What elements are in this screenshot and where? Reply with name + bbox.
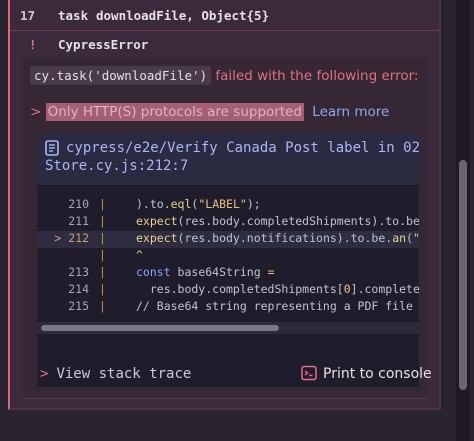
- code-frame: cypress/e2e/Verify Canada Post label in …: [37, 133, 421, 387]
- command-message: downloadFile, Object{5}: [96, 8, 270, 23]
- error-failed-text: failed with the following error:: [215, 68, 419, 84]
- code-horizontal-scrollbar[interactable]: [37, 322, 419, 334]
- page-scrollbar-thumb[interactable]: [459, 160, 467, 390]
- print-to-console-button[interactable]: Print to console: [301, 365, 432, 382]
- code-line: 215 | // Base64 string representing a PD…: [37, 299, 419, 316]
- line-text: expect(res.body.completedShipments).to.b…: [136, 214, 419, 228]
- error-icon: !: [29, 37, 37, 52]
- terminal-icon: [301, 365, 317, 381]
- line-number: > 212: [54, 231, 89, 245]
- error-body: cy.task('downloadFile') failed with the …: [23, 58, 432, 399]
- line-number: 213: [68, 265, 89, 279]
- print-to-console-label: Print to console: [323, 366, 432, 382]
- error-header: ! CypressError: [10, 31, 439, 58]
- line-bar: |: [99, 248, 106, 262]
- line-bar: |: [99, 214, 106, 228]
- learn-more-link[interactable]: Learn more: [312, 104, 389, 120]
- line-bar: |: [99, 265, 106, 279]
- line-text: ).to.eql("LABEL");: [136, 197, 261, 211]
- code-line: 210 | ).to.eql("LABEL");: [37, 197, 419, 214]
- error-summary: cy.task('downloadFile') failed with the …: [30, 66, 419, 85]
- view-stack-trace-button[interactable]: > View stack trace: [40, 366, 191, 382]
- code-line: | ^: [37, 248, 419, 265]
- code-lines: 210 | ).to.eql("LABEL"); 211 | expect(re…: [37, 191, 419, 343]
- scrollbar-thumb[interactable]: [41, 325, 279, 331]
- file-icon: [45, 140, 59, 156]
- file-location: Store.cy.js:212:7: [45, 158, 189, 174]
- code-line: 214 | res.body.completedShipments[0].com…: [37, 282, 419, 299]
- command-log-panel: 17 task downloadFile, Object{5} ! Cypres…: [8, 0, 441, 410]
- error-message: > Only HTTP(S) protocols are supported L…: [30, 103, 389, 121]
- line-bar: |: [99, 197, 106, 211]
- error-message-text: Only HTTP(S) protocols are supported: [45, 103, 304, 121]
- message-chevron: >: [30, 104, 42, 120]
- line-text: const base64String =: [136, 265, 275, 279]
- line-number: 215: [68, 299, 89, 313]
- line-text: // Base64 string representing a PDF file: [136, 299, 413, 313]
- line-text: ^: [136, 248, 143, 262]
- line-bar: |: [99, 299, 106, 313]
- code-line-active: > 212 | expect(res.body.notifications).t…: [37, 231, 419, 248]
- line-text: expect(res.body.notifications).to.be.an(…: [136, 231, 419, 245]
- line-text: res.body.completedShipments[0].completed: [136, 282, 419, 296]
- view-stack-trace-label: View stack trace: [56, 366, 192, 382]
- code-frame-file[interactable]: cypress/e2e/Verify Canada Post label in …: [37, 133, 421, 185]
- command-row[interactable]: 17 task downloadFile, Object{5}: [10, 0, 439, 31]
- line-number: 210: [68, 197, 89, 211]
- chevron-right-icon: >: [40, 366, 49, 382]
- line-marker: >: [54, 231, 62, 245]
- error-name: CypressError: [58, 37, 149, 52]
- command-name: task: [58, 8, 89, 23]
- line-bar: |: [99, 231, 106, 245]
- line-number: 211: [68, 214, 89, 228]
- code-line: 213 | const base64String =: [37, 265, 419, 282]
- line-bar: |: [99, 282, 106, 296]
- line-number: 214: [68, 282, 89, 296]
- command-number: 17: [20, 8, 36, 23]
- code-line: 211 | expect(res.body.completedShipments…: [37, 214, 419, 231]
- error-code-text: cy.task('downloadFile'): [30, 66, 212, 85]
- file-path: cypress/e2e/Verify Canada Post label in …: [66, 140, 421, 156]
